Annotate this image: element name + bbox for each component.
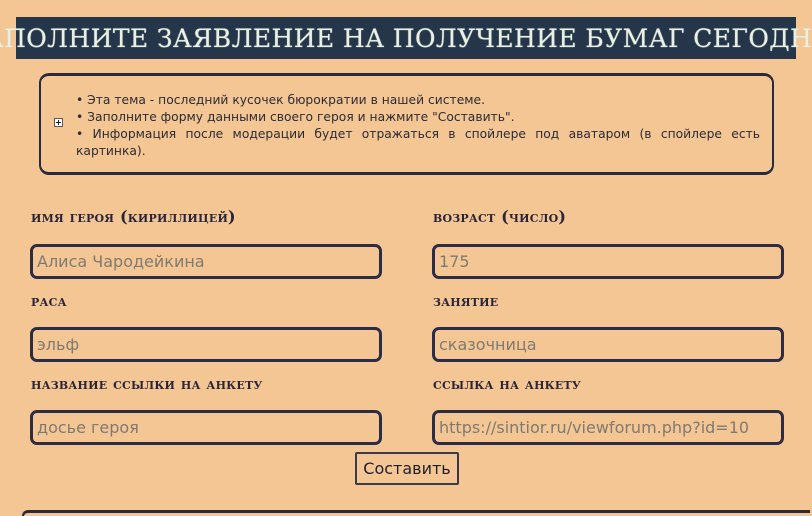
link-url-label: ссылка на анкету	[433, 374, 581, 393]
info-item: • Эта тема - последний кусочек бюрократи…	[76, 93, 486, 107]
page-title: ЗАПОЛНИТЕ ЗАЯВЛЕНИЕ НА ПОЛУЧЕНИЕ БУМАГ С…	[0, 23, 812, 53]
hero-name-input[interactable]	[30, 244, 382, 279]
link-title-label: название ссылки на анкету	[31, 374, 263, 393]
info-list: • Эта тема - последний кусочек бюрократи…	[76, 92, 760, 160]
submit-button[interactable]: Составить	[355, 452, 459, 485]
age-input[interactable]	[432, 244, 784, 279]
expand-plus-icon[interactable]	[54, 118, 63, 127]
occupation-input[interactable]	[432, 327, 784, 362]
info-box: • Эта тема - последний кусочек бюрократи…	[39, 73, 774, 175]
age-label: возраст (число)	[433, 207, 567, 226]
bottom-divider	[22, 510, 810, 516]
link-title-input[interactable]	[30, 410, 382, 445]
race-input[interactable]	[30, 327, 382, 362]
hero-name-label: имя героя (кириллицей)	[31, 207, 236, 226]
page-title-banner: ЗАПОЛНИТЕ ЗАЯВЛЕНИЕ НА ПОЛУЧЕНИЕ БУМАГ С…	[0, 17, 812, 59]
info-item: • Информация после модерации будет отраж…	[76, 127, 760, 158]
info-item: • Заполните форму данными своего героя и…	[76, 110, 515, 124]
link-url-input[interactable]	[432, 410, 784, 445]
race-label: раса	[31, 291, 67, 310]
occupation-label: занятие	[433, 291, 499, 310]
